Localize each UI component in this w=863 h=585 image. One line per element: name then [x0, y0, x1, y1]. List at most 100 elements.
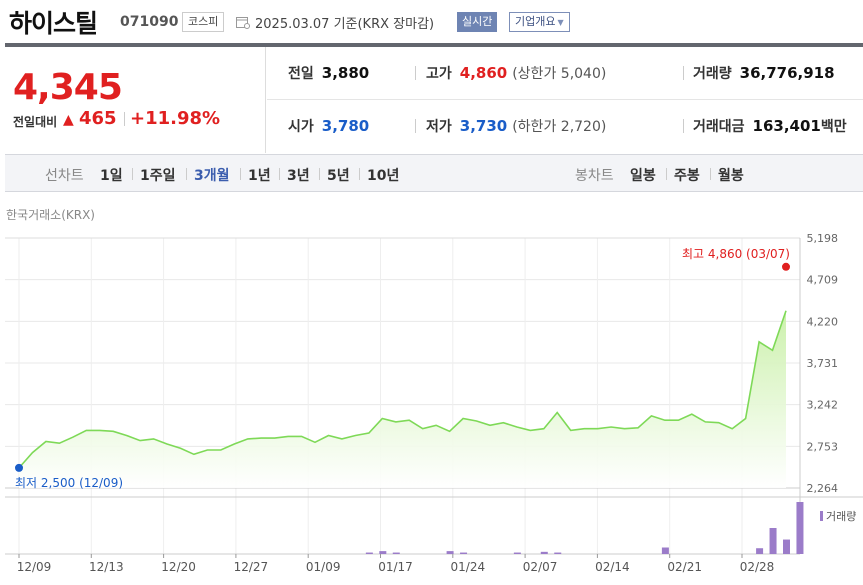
y-tick-label: 2,264 — [807, 482, 839, 495]
min-point-marker — [15, 463, 23, 472]
max-annotation: 최고 4,860 (03/07) — [682, 247, 790, 261]
company-overview-label: 기업개요 — [515, 15, 556, 28]
stat-separator — [415, 119, 416, 133]
tab-separator — [710, 168, 711, 180]
volume-bar — [554, 552, 562, 554]
stat-prev-close: 전일 3,880 — [288, 63, 369, 83]
x-tick-label: 12/20 — [161, 560, 196, 574]
y-tick-label: 2,753 — [807, 440, 839, 453]
stat-label: 거래대금 — [693, 119, 745, 135]
tab-3year[interactable]: 3년 — [287, 165, 310, 185]
price-chart: 2,264 2,753 3,242 3,731 4,220 4,709 5,198 12/09… — [5, 232, 863, 574]
realtime-button[interactable]: 실시간 — [457, 12, 498, 32]
x-tick-label: 12/13 — [89, 560, 124, 574]
stat-value: 3,780 — [321, 117, 370, 135]
tab-1week[interactable]: 1주일 — [140, 165, 176, 185]
tab-separator — [666, 168, 667, 180]
tab-separator — [319, 168, 320, 180]
current-price: 4,345 — [13, 67, 123, 108]
x-tick-label: 02/21 — [667, 560, 702, 574]
y-tick-label: 3,731 — [807, 357, 839, 370]
stat-trade-value: 거래대금 163,401백만 — [693, 116, 847, 136]
exchange-label: 한국거래소(KRX) — [6, 208, 95, 222]
x-tick-label: 02/07 — [523, 560, 558, 574]
volume-legend-label: 거래량 — [826, 510, 856, 523]
volume-bar — [513, 552, 521, 554]
date-text: 2025.03.07 기준(KRX 장마감) — [255, 17, 435, 32]
stat-value: 4,860 — [459, 64, 508, 82]
tab-separator — [279, 168, 280, 180]
change-label: 전일대비 — [13, 115, 58, 129]
x-tick-label: 02/28 — [740, 560, 775, 574]
y-tick-label: 3,242 — [807, 399, 839, 412]
stat-low: 저가 3,730 (하한가 2,720) — [426, 116, 606, 136]
stat-separator — [683, 119, 684, 133]
tab-separator — [359, 168, 360, 180]
price-box: 4,345 전일대비 ▲ 465 +11.98% — [5, 47, 266, 153]
volume-bar — [379, 551, 387, 554]
stat-separator — [683, 66, 684, 80]
stat-separator — [415, 66, 416, 80]
volume-bar — [446, 551, 454, 554]
change-percent: +11.98% — [130, 108, 221, 129]
market-badge: 코스피 — [182, 12, 225, 32]
stat-unit: 백만 — [820, 119, 847, 135]
price-area-fill — [19, 310, 786, 488]
caret-down-icon: ▼ — [557, 18, 564, 27]
stat-label: 고가 — [426, 66, 452, 82]
lower-limit-label: (하한가 — [512, 119, 557, 135]
x-tick-label: 02/14 — [595, 560, 630, 574]
tab-3month[interactable]: 3개월 — [194, 165, 230, 185]
tab-10year[interactable]: 10년 — [367, 165, 399, 185]
line-chart-label: 선차트 — [45, 168, 84, 184]
volume-bar — [540, 551, 548, 554]
stat-value: 36,776,918 — [739, 64, 835, 82]
volume-bar — [460, 552, 468, 554]
title-row: 하이스틸 071090 코스피 2025.03.07 기준(KRX 장마감) 실… — [0, 0, 863, 42]
tab-daily[interactable]: 일봉 — [630, 165, 656, 185]
max-point-marker — [782, 262, 790, 271]
tab-1day[interactable]: 1일 — [100, 165, 123, 185]
change-separator — [124, 112, 125, 126]
candle-chart-label: 봉차트 — [575, 168, 614, 184]
stat-label: 거래량 — [693, 66, 732, 82]
volume-bar — [756, 548, 764, 554]
calendar-icon — [236, 17, 250, 29]
y-tick-label: 5,198 — [807, 232, 839, 245]
stat-open: 시가 3,780 — [288, 116, 369, 136]
x-tick-label: 12/27 — [234, 560, 269, 574]
chart-tabs-bar: 선차트 1일 1주일 3개월 1년 3년 5년 10년 봉차트 일봉 주봉 월봉 — [5, 154, 863, 192]
tab-separator — [240, 168, 241, 180]
tab-5year[interactable]: 5년 — [327, 165, 350, 185]
stat-label: 시가 — [288, 119, 314, 135]
volume-bar — [365, 552, 373, 554]
tab-1year[interactable]: 1년 — [248, 165, 271, 185]
stat-value: 163,401 — [752, 117, 821, 135]
upper-limit-label: (상한가 — [512, 66, 557, 82]
volume-legend-swatch — [820, 511, 823, 521]
y-tick-label: 4,709 — [807, 274, 839, 287]
up-triangle-icon: ▲ — [63, 112, 74, 128]
stock-code: 071090 — [120, 14, 179, 30]
stats-box: 전일 3,880 고가 4,860 (상한가 5,040) 거래량 36,776,918… — [267, 47, 863, 153]
stat-volume: 거래량 36,776,918 — [693, 63, 835, 83]
volume-bar — [661, 547, 669, 554]
lower-limit-value: 2,720) — [560, 119, 607, 135]
stock-name: 하이스틸 — [9, 9, 98, 38]
stat-label: 저가 — [426, 119, 452, 135]
volume-bar — [392, 552, 400, 554]
stat-high: 고가 4,860 (상한가 5,040) — [426, 63, 606, 83]
x-tick-label: 01/24 — [451, 560, 486, 574]
tab-separator — [132, 168, 133, 180]
tab-weekly[interactable]: 주봉 — [674, 165, 700, 185]
tab-separator — [186, 168, 187, 180]
company-overview-button[interactable]: 기업개요 ▼ — [509, 12, 570, 32]
tab-monthly[interactable]: 월봉 — [718, 165, 744, 185]
upper-limit-value: 5,040) — [560, 66, 607, 82]
change-value: 465 — [79, 108, 117, 129]
volume-bar — [796, 502, 804, 554]
stat-label: 전일 — [288, 66, 314, 82]
x-tick-label: 12/09 — [17, 560, 52, 574]
stat-value: 3,880 — [321, 64, 370, 82]
volume-bar — [783, 539, 790, 554]
